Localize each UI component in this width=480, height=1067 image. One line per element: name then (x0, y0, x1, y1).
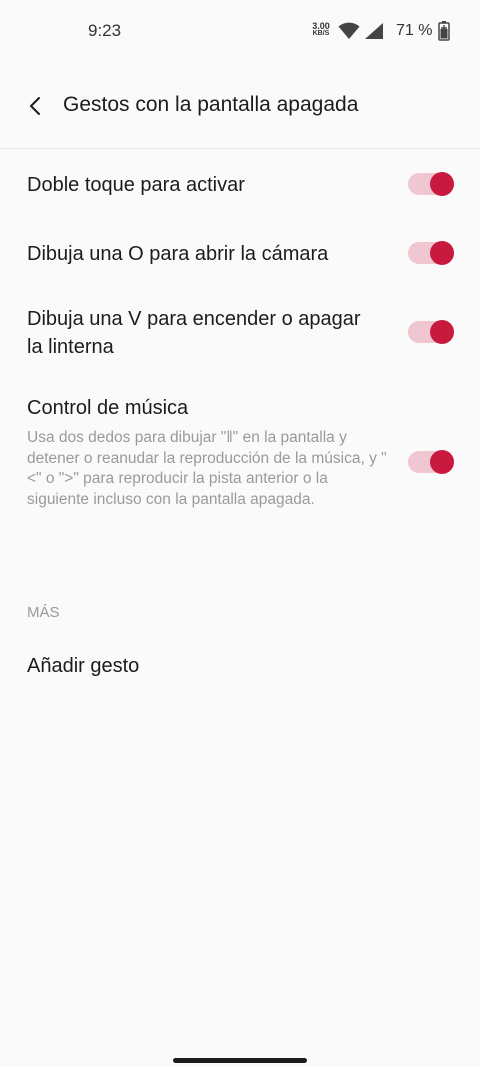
network-speed: 3.00 KB/S (308, 22, 334, 38)
home-indicator[interactable] (173, 1058, 307, 1063)
app-header: Gestos con la pantalla apagada (0, 64, 480, 149)
setting-description: Usa dos dedos para dibujar "‖" en la pan… (27, 429, 387, 508)
setting-label: Control de música (27, 397, 189, 419)
battery-charging-icon (438, 21, 450, 41)
setting-label-line1: Dibuja una V para encender o apagar (27, 308, 361, 330)
music-control-toggle[interactable] (407, 450, 455, 474)
toggle-thumb (430, 450, 454, 474)
setting-double-tap-wake[interactable]: Doble toque para activar (0, 160, 480, 208)
battery-percentage: 71 % (396, 22, 433, 39)
draw-o-camera-toggle[interactable] (407, 241, 455, 265)
setting-label: Doble toque para activar (27, 174, 245, 196)
setting-label-line2: la linterna (27, 336, 114, 358)
toggle-thumb (430, 172, 454, 196)
network-speed-value: 3.00 (312, 21, 330, 31)
setting-label: Dibuja una O para abrir la cámara (27, 243, 329, 265)
toggle-thumb (430, 320, 454, 344)
setting-draw-v-flashlight[interactable]: Dibuja una V para encender o apagar la l… (0, 300, 480, 370)
draw-v-flashlight-toggle[interactable] (407, 320, 455, 344)
add-gesture-item[interactable]: Añadir gesto (27, 652, 139, 680)
setting-label: Dibuja una V para encender o apagar la l… (27, 305, 361, 361)
wifi-icon (338, 22, 360, 39)
setting-music-control[interactable]: Control de música Usa dos dedos para dib… (0, 390, 480, 535)
cell-signal-icon (365, 23, 383, 39)
network-speed-unit: KB/S (312, 30, 330, 37)
section-header-more: MÁS (27, 604, 60, 621)
setting-draw-o-camera[interactable]: Dibuja una O para abrir la cámara (0, 229, 480, 277)
double-tap-toggle[interactable] (407, 172, 455, 196)
clock: 9:23 (88, 21, 122, 40)
toggle-thumb (430, 241, 454, 265)
status-bar: 9:23 3.00 KB/S 71 % (0, 0, 480, 64)
page-title: Gestos con la pantalla apagada (63, 93, 359, 116)
back-arrow-icon[interactable] (24, 94, 48, 118)
